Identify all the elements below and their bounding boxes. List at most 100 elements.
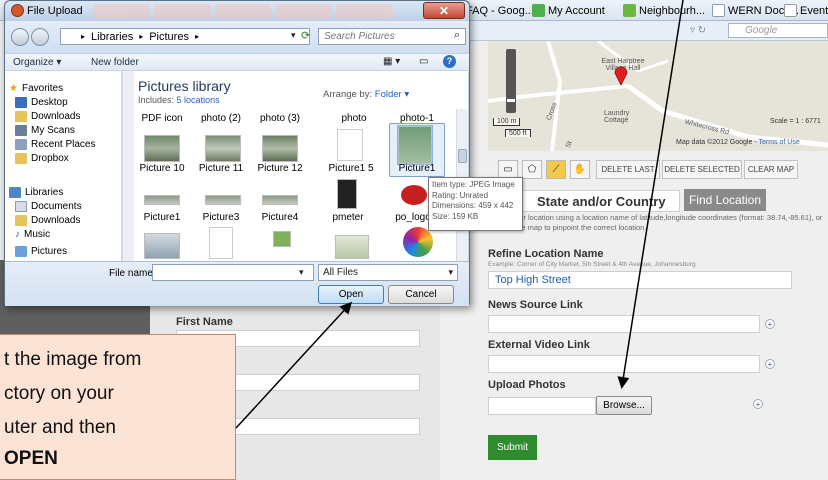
thumbnail-image[interactable] [262, 195, 298, 205]
file-picture1-5[interactable]: Picture1 5 [323, 163, 379, 174]
thumbnail-image[interactable] [205, 195, 241, 205]
nav-scrollbar[interactable] [122, 71, 134, 261]
file-picture4[interactable]: Picture4 [252, 212, 308, 223]
arrange-by[interactable]: Arrange by: Folder ▾ [323, 89, 409, 100]
dialog-title: File Upload [27, 5, 83, 17]
map-terms-link[interactable]: Terms of Use [758, 139, 799, 146]
nav-documents-label: Documents [31, 201, 82, 212]
thumbnail-logo[interactable] [401, 185, 427, 205]
bookmark-faq-label: FAQ - Goog... [466, 4, 534, 17]
file-picture-10[interactable]: Picture 10 [134, 163, 190, 174]
nav-downloads-label: Downloads [31, 111, 81, 122]
delete-selected-button[interactable]: DELETE SELECTED [662, 160, 742, 179]
file-pdf-icon[interactable]: PDF icon [134, 113, 190, 124]
refresh-icon[interactable]: ▿ ↻ [690, 25, 706, 36]
scrollbar-thumb[interactable] [458, 149, 467, 163]
arrange-by-value[interactable]: Folder ▾ [375, 89, 409, 100]
nav-music[interactable]: ♪ Music [15, 229, 50, 240]
upload-photo-path[interactable] [488, 397, 596, 415]
nav-pictures[interactable]: Pictures [15, 246, 67, 257]
add-news-source-icon[interactable]: + [765, 319, 775, 329]
thumbnail-image[interactable] [262, 135, 298, 162]
external-video-input[interactable] [488, 355, 760, 373]
location-search-input[interactable]: State and/or Country [522, 190, 680, 212]
thumbnail-logo[interactable] [273, 231, 291, 247]
refine-location-example: Example: Corner of City Market, 5th Stre… [488, 261, 696, 268]
file-upload-dialog[interactable]: File Upload ✕ ▸ Libraries ▸ Pictures ▸ ▾… [4, 0, 470, 306]
add-photo-icon[interactable]: + [753, 399, 763, 409]
file-photo[interactable]: photo [326, 113, 382, 124]
file-pmeter[interactable]: pmeter [320, 212, 376, 223]
open-button[interactable]: Open [318, 285, 384, 304]
thumbnail-document[interactable] [209, 227, 233, 259]
file-name-input[interactable] [152, 264, 314, 281]
pan-hand-icon[interactable]: ✋ [570, 160, 590, 179]
nav-recent-places[interactable]: Recent Places [15, 139, 95, 150]
thumbnail-map[interactable] [335, 235, 369, 259]
file-picture-12[interactable]: Picture 12 [252, 163, 308, 174]
file-photo-3[interactable]: photo (3) [252, 113, 308, 124]
search-pictures-input[interactable]: Search Pictures [318, 28, 466, 45]
file-picture3[interactable]: Picture3 [193, 212, 249, 223]
thumbnail-image[interactable] [144, 233, 180, 259]
thumbnail-image[interactable] [144, 195, 180, 205]
file-photo-2[interactable]: photo (2) [193, 113, 249, 124]
chevron-down-icon[interactable]: ▾ [299, 267, 304, 278]
nav-pictures-label: Pictures [31, 246, 68, 257]
thumbnail-wheel[interactable] [403, 227, 433, 257]
preview-pane-icon[interactable]: ▭ [419, 56, 428, 67]
bookmark-event-label: Event [800, 4, 828, 17]
nav-documents[interactable]: Documents [15, 201, 82, 212]
close-icon[interactable]: ✕ [423, 2, 465, 19]
browse-button[interactable]: Browse... [596, 396, 652, 415]
bookmark-faq[interactable]: FAQ - Goog... [466, 2, 534, 19]
find-location-button[interactable]: Find Location [684, 189, 766, 211]
view-options-icon[interactable]: ▦ ▾ [383, 56, 400, 67]
add-video-link-icon[interactable]: + [765, 359, 775, 369]
browser-search-input[interactable]: Google [728, 23, 828, 38]
file-type-select[interactable]: All Files ▾ [318, 264, 458, 281]
nav-downloads[interactable]: Downloads [15, 111, 80, 122]
file-picture1-selected[interactable]: Picture1 [389, 163, 445, 174]
nav-favorites[interactable]: ★ Favorites [9, 83, 63, 94]
file-picture1[interactable]: Picture1 [134, 212, 190, 223]
thumbnail-image[interactable] [144, 135, 180, 162]
nav-dropbox[interactable]: Dropbox [15, 153, 69, 164]
location-map[interactable] [488, 41, 828, 151]
refine-location-input[interactable]: Top High Street [488, 271, 792, 289]
bookmark-neighbourhood[interactable]: Neighbourh... [623, 2, 705, 19]
search-icon[interactable]: ⌕ [454, 29, 460, 42]
map-marker-icon[interactable] [614, 64, 628, 86]
thumbnail-document[interactable] [337, 129, 363, 161]
refresh-icon[interactable]: ⟳ [301, 29, 310, 42]
clear-map-button[interactable]: CLEAR MAP [744, 160, 798, 179]
thumbnail-image[interactable] [205, 135, 241, 162]
file-picture-11[interactable]: Picture 11 [193, 163, 249, 174]
nav-my-scans[interactable]: My Scans [15, 125, 75, 136]
forward-icon[interactable] [31, 28, 49, 46]
draw-line-icon[interactable]: ⟋ [546, 160, 566, 179]
breadcrumb-pictures[interactable]: Pictures [149, 31, 189, 43]
bookmark-event[interactable]: Event [784, 2, 828, 19]
map-scale-imperial: 500 ft [505, 129, 531, 137]
submit-button[interactable]: Submit [488, 435, 537, 460]
breadcrumb[interactable]: ▸ Libraries ▸ Pictures ▸ [60, 28, 310, 45]
nav-lib-downloads[interactable]: Downloads [15, 215, 80, 226]
nav-desktop[interactable]: Desktop [15, 97, 68, 108]
news-source-input[interactable] [488, 315, 760, 333]
locations-link[interactable]: 5 locations [177, 95, 220, 105]
breadcrumb-libraries[interactable]: Libraries [91, 31, 133, 43]
external-video-label: External Video Link [488, 339, 590, 351]
nav-libraries[interactable]: Libraries [9, 187, 63, 198]
help-icon[interactable]: ? [443, 55, 456, 68]
back-icon[interactable] [11, 28, 29, 46]
draw-polygon-icon[interactable]: ⬠ [522, 160, 542, 179]
callout-line-3: uter and then [4, 417, 116, 438]
bookmark-my-account[interactable]: My Account [532, 2, 605, 19]
thumbnail-image[interactable] [337, 179, 357, 209]
new-folder-button[interactable]: New folder [91, 57, 139, 68]
delete-last-button[interactable]: DELETE LAST [596, 160, 660, 179]
dropdown-arrow-icon[interactable]: ▾ [291, 30, 296, 41]
cancel-button[interactable]: Cancel [388, 285, 454, 304]
organize-menu[interactable]: Organize ▾ [13, 57, 61, 68]
